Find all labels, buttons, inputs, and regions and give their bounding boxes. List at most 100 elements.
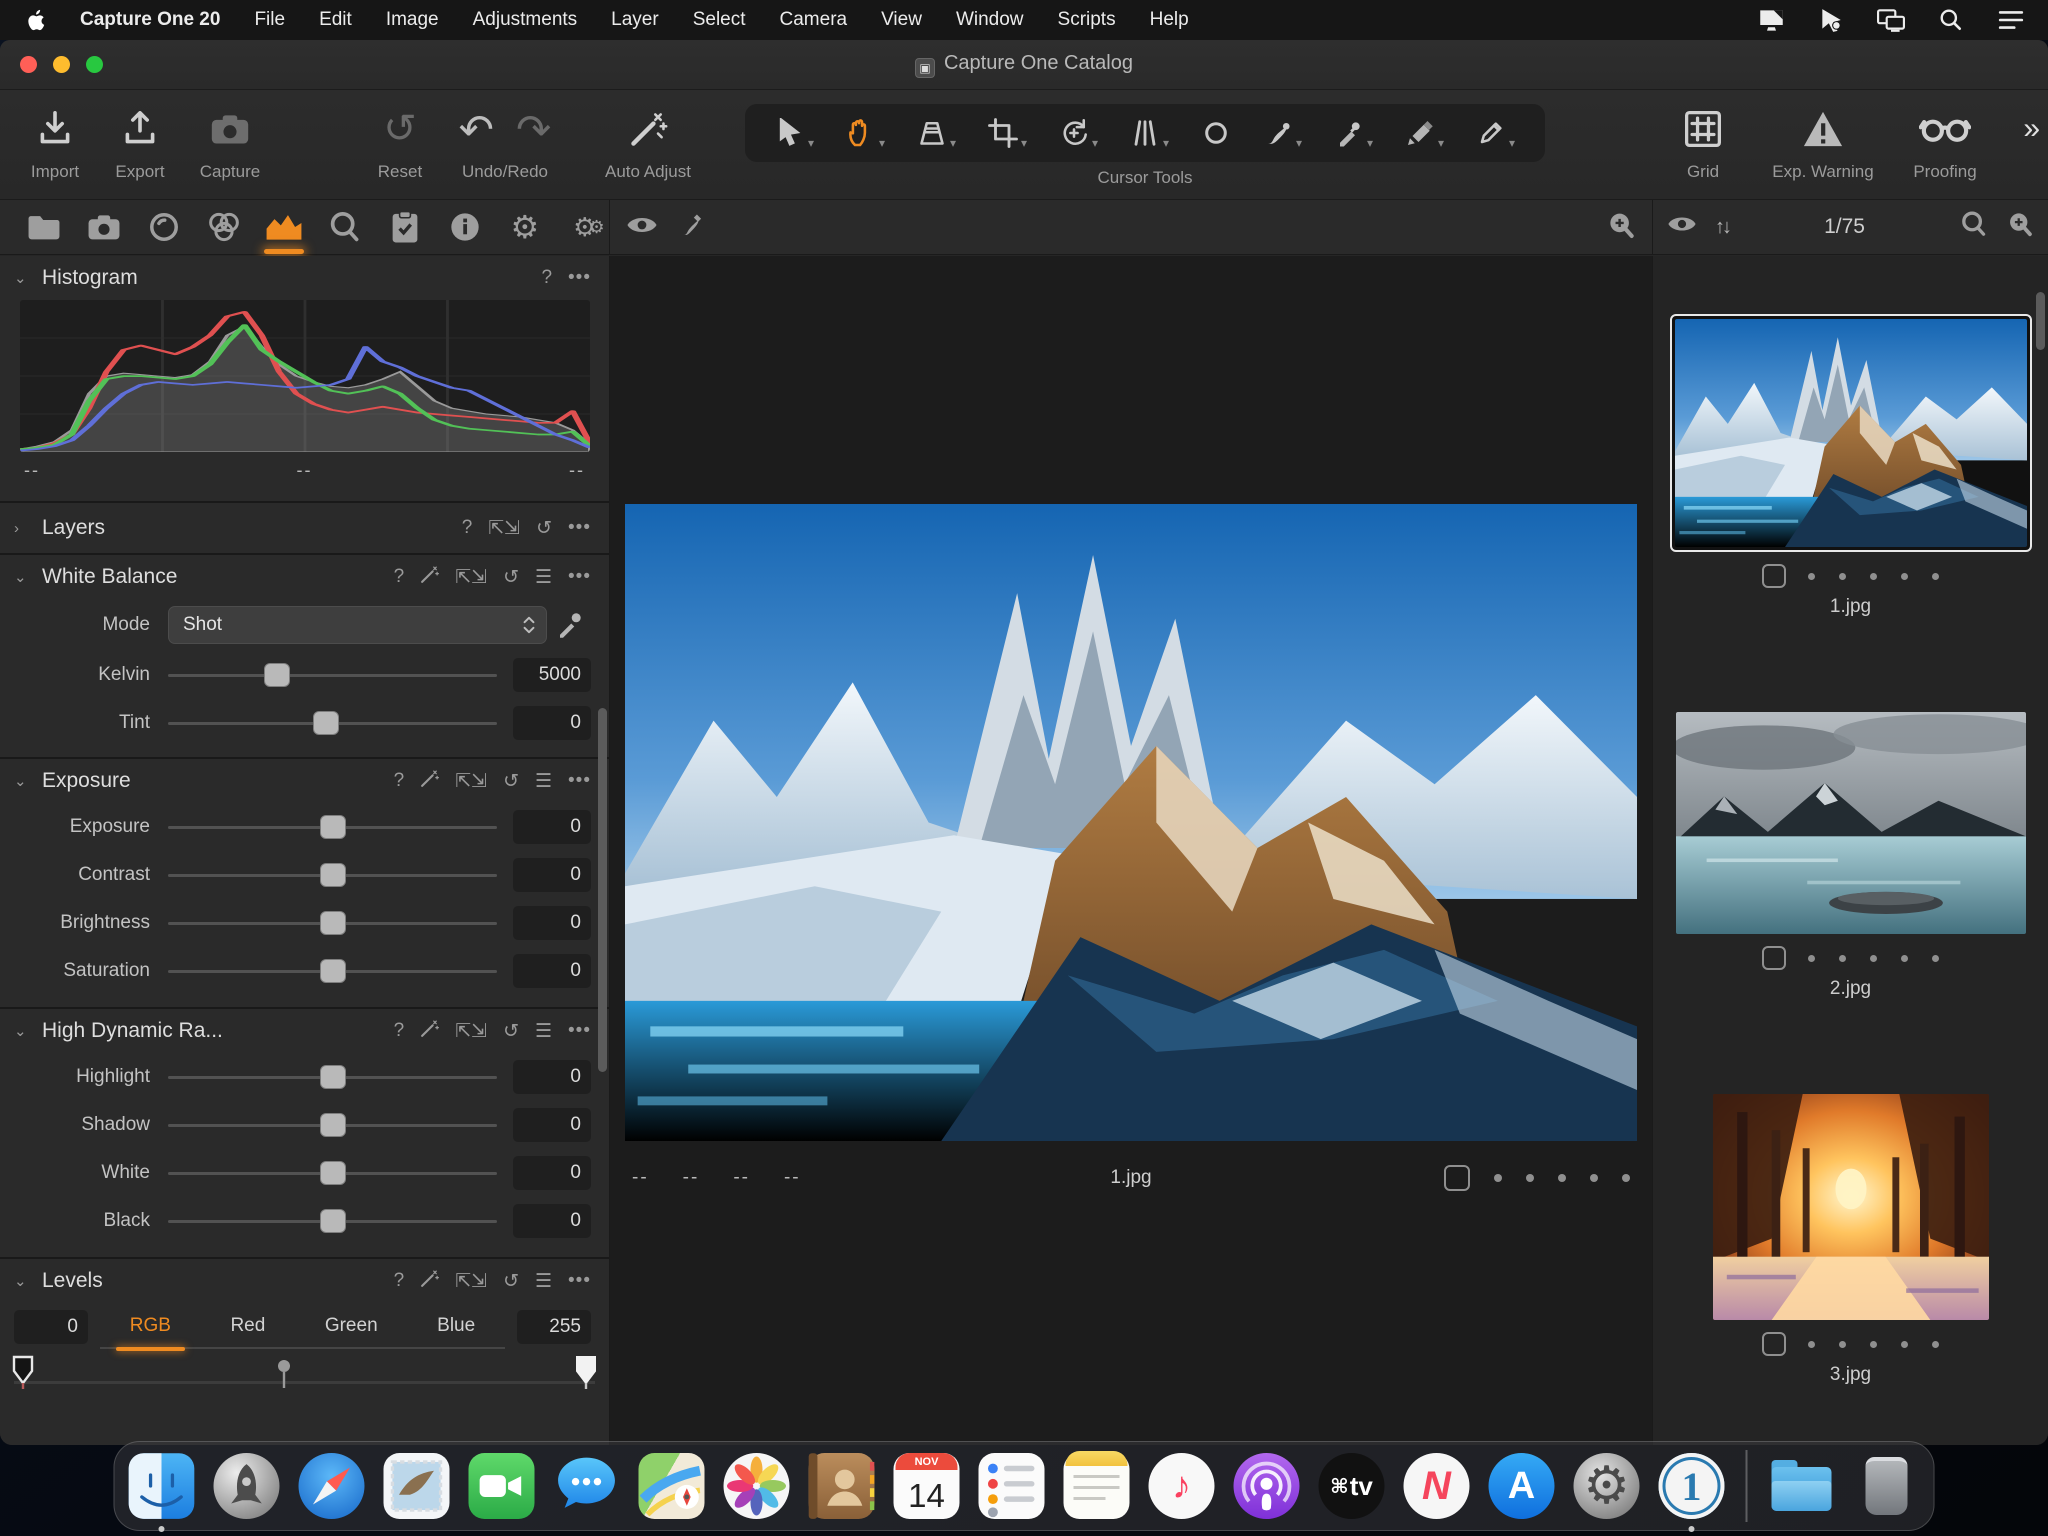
main-photo[interactable] <box>625 504 1637 1141</box>
dock-reminders[interactable] <box>977 1451 1047 1521</box>
dock-tv[interactable]: ⌘ tv <box>1317 1451 1387 1521</box>
exposure-reset-button[interactable]: ↺ <box>503 770 519 793</box>
white-slider[interactable] <box>168 1161 497 1185</box>
menu-adjustments[interactable]: Adjustments <box>473 9 578 31</box>
grid-button[interactable]: Grid <box>1648 100 1758 182</box>
shadow-slider[interactable] <box>168 1113 497 1137</box>
histogram-menu-button[interactable]: ••• <box>568 267 591 289</box>
keystone-tool[interactable]: ▾ <box>1130 118 1169 149</box>
dock-launchpad[interactable] <box>212 1451 282 1521</box>
dock-downloads-folder[interactable] <box>1767 1451 1837 1521</box>
spotlight-search-icon[interactable] <box>1936 7 1966 33</box>
viewer-rating-dot[interactable] <box>1590 1174 1598 1182</box>
exposure-auto-wand-button[interactable] <box>420 769 440 794</box>
thumbnail-rating-dot[interactable] <box>1839 1340 1846 1348</box>
layers-expand-button[interactable]: ⇱⇲ <box>488 517 520 540</box>
undo-redo-buttons[interactable]: ↶ ↷ Undo/Redo <box>430 100 580 182</box>
layers-reset-button[interactable]: ↺ <box>536 517 552 540</box>
thumbnail-rating-dot[interactable] <box>1932 954 1939 962</box>
saturation-value[interactable]: 0 <box>513 954 591 988</box>
saturation-slider[interactable] <box>168 959 497 983</box>
dock-safari[interactable] <box>297 1451 367 1521</box>
thumbnail-1-selected[interactable] <box>1669 314 2032 552</box>
crop-tool[interactable]: ▾ <box>988 118 1027 149</box>
toolbar-overflow-button[interactable]: » <box>2023 112 2040 146</box>
contrast-value[interactable]: 0 <box>513 858 591 892</box>
heal-brush-tool[interactable]: ▾ <box>1263 118 1302 149</box>
dock-finder[interactable] <box>127 1451 197 1532</box>
screen-share-status-icon[interactable] <box>1816 7 1846 33</box>
rotate-tool[interactable]: ▾ <box>1059 118 1098 149</box>
thumbnail-1-pick-checkbox[interactable] <box>1762 564 1786 588</box>
dock-mail[interactable] <box>382 1451 452 1521</box>
dock-notes[interactable] <box>1062 1451 1132 1521</box>
highlight-value[interactable]: 0 <box>513 1060 591 1094</box>
dock-system-preferences[interactable]: ⚙ <box>1572 1451 1642 1521</box>
display-status-icon[interactable] <box>1756 7 1786 33</box>
thumbnail-rating-dot[interactable] <box>1870 1340 1877 1348</box>
annotate-tool[interactable]: ▾ <box>1476 118 1515 149</box>
spot-removal-tool[interactable] <box>1201 118 1231 148</box>
thumbnail-rating-dot[interactable] <box>1901 1340 1908 1348</box>
thumbnail-rating-dot[interactable] <box>1901 954 1908 962</box>
thumbnail-2-pick-checkbox[interactable] <box>1762 946 1786 970</box>
viewer-rating-dot[interactable] <box>1622 1174 1630 1182</box>
levels-presets-button[interactable]: ☰ <box>535 1270 552 1293</box>
viewer-rating-dot[interactable] <box>1558 1174 1566 1182</box>
dock-maps[interactable] <box>637 1451 707 1521</box>
dock-facetime[interactable] <box>467 1451 537 1521</box>
levels-tab-green[interactable]: Green <box>319 1309 384 1343</box>
browser-search-icon[interactable] <box>1960 210 1988 244</box>
screen-mirroring-status-icon[interactable] <box>1876 7 1906 33</box>
auto-adjust-button[interactable]: Auto Adjust <box>588 100 708 182</box>
exposure-presets-button[interactable]: ☰ <box>535 770 552 793</box>
viewer-brush-icon[interactable] <box>678 211 706 244</box>
tab-output-gear-icon[interactable]: ⚙ <box>501 200 549 254</box>
thumbnail-rating-dot[interactable] <box>1932 1340 1939 1348</box>
menu-image[interactable]: Image <box>386 9 439 31</box>
levels-collapse-chevron[interactable]: ⌄ <box>14 1272 32 1290</box>
dock-photos[interactable] <box>722 1451 792 1521</box>
dock-contacts[interactable] <box>807 1451 877 1521</box>
menu-select[interactable]: Select <box>693 9 746 31</box>
dock-messages[interactable] <box>552 1451 622 1521</box>
black-slider[interactable] <box>168 1209 497 1233</box>
brightness-value[interactable]: 0 <box>513 906 591 940</box>
thumbnail-rating-dot[interactable] <box>1808 572 1815 580</box>
tool-panel-scrollbar[interactable] <box>598 708 607 1072</box>
tab-lens-icon[interactable] <box>140 200 188 254</box>
contrast-slider[interactable] <box>168 863 497 887</box>
dock-news[interactable]: N <box>1402 1451 1472 1521</box>
browser-scrollbar[interactable] <box>2036 292 2045 350</box>
tab-batch-gears-icon[interactable]: ⚙ ⚙ <box>561 200 609 254</box>
layers-help-button[interactable]: ? <box>462 517 473 539</box>
thumbnail-2[interactable] <box>1676 712 2026 934</box>
select-tool[interactable]: ▾ <box>775 118 814 149</box>
tab-exposure-histogram-icon[interactable] <box>260 200 308 254</box>
menu-help[interactable]: Help <box>1150 9 1189 31</box>
levels-expand-button[interactable]: ⇱⇲ <box>455 1270 487 1293</box>
exposure-menu-button[interactable]: ••• <box>568 770 591 792</box>
levels-mid-point-handle[interactable] <box>276 1359 292 1389</box>
viewer-rating-dot[interactable] <box>1526 1174 1534 1182</box>
hdr-menu-button[interactable]: ••• <box>568 1020 591 1042</box>
histogram-help-button[interactable]: ? <box>541 267 552 289</box>
apple-menu[interactable] <box>28 9 54 32</box>
dock-podcasts[interactable] <box>1232 1451 1302 1521</box>
kelvin-value[interactable]: 5000 <box>513 658 591 692</box>
levels-low-value[interactable]: 0 <box>14 1310 88 1344</box>
dock-trash[interactable] <box>1852 1451 1922 1521</box>
levels-tab-blue[interactable]: Blue <box>431 1309 481 1343</box>
tint-slider[interactable] <box>168 711 497 735</box>
thumbnail-rating-dot[interactable] <box>1870 572 1877 580</box>
dock-calendar[interactable]: NOV 14 <box>892 1451 962 1521</box>
dock-capture-one[interactable]: 1 <box>1657 1451 1727 1532</box>
white-balance-reset-button[interactable]: ↺ <box>503 566 519 589</box>
exposure-warning-button[interactable]: Exp. Warning <box>1758 100 1888 182</box>
viewer-zoom-icon[interactable] <box>1606 210 1636 245</box>
menu-layer[interactable]: Layer <box>611 9 659 31</box>
black-value[interactable]: 0 <box>513 1204 591 1238</box>
thumbnail-rating-dot[interactable] <box>1808 1340 1815 1348</box>
pan-tool[interactable]: ▾ <box>846 118 885 149</box>
sort-order-icon[interactable]: ↑↓ <box>1715 216 1732 239</box>
